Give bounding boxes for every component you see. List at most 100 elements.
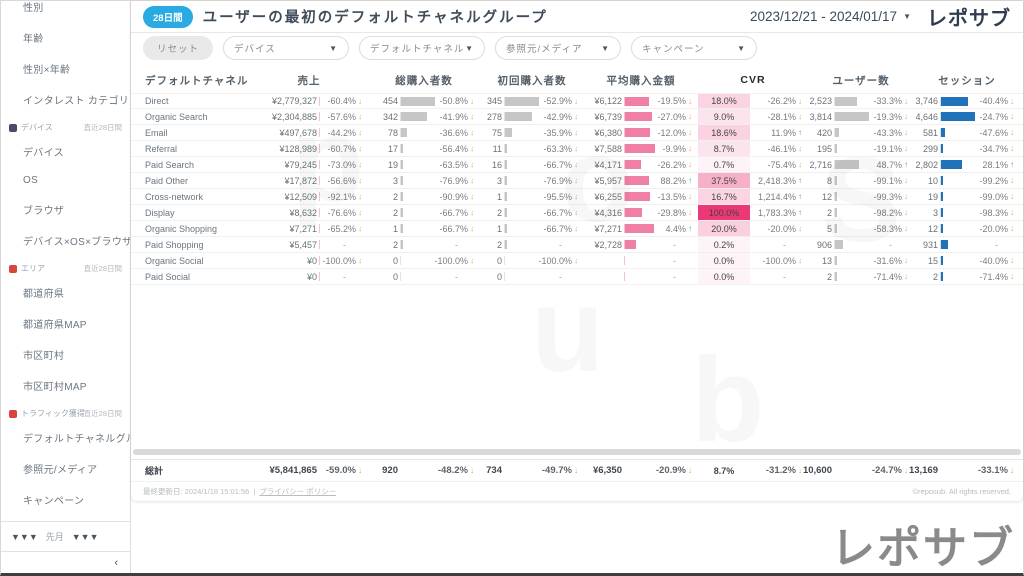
column-header-channel[interactable]: デフォルトチャネル	[145, 73, 250, 88]
horizontal-scrollbar[interactable]	[133, 449, 1021, 455]
column-header-sales[interactable]: 売上	[250, 73, 368, 88]
cell-sessions-change: -98.3%↓	[974, 208, 1020, 218]
mini-bar-track	[504, 97, 538, 106]
cell-sales-value: ¥12,509	[250, 189, 322, 204]
change-percent: -75.4%	[767, 160, 796, 170]
footer-separator: |	[253, 487, 255, 496]
down-arrow-icon: ↓	[574, 176, 578, 185]
cell-sales-value: ¥8,632	[250, 205, 322, 220]
sidebar-item-デバイス[interactable]: デバイス	[1, 136, 130, 167]
down-arrow-icon: ↓	[1010, 144, 1014, 153]
sidebar-section-period: 直近28日間	[84, 408, 124, 419]
metric-number: 15	[928, 256, 938, 266]
sidebar-item-OS[interactable]: OS	[1, 167, 130, 194]
sidebar-item-デバイス×OS×ブラウザ[interactable]: デバイス×OS×ブラウザ	[1, 225, 130, 256]
sidebar-item-市区町村[interactable]: 市区町村	[1, 339, 130, 370]
cell-cvr-value: 37.5%	[698, 173, 750, 188]
change-percent: -56.6%	[327, 176, 356, 186]
cell-avg-change: -26.2%↓	[654, 160, 698, 170]
change-percent: -58.3%	[873, 224, 902, 234]
mini-bar-track	[319, 208, 322, 217]
cell-first-change: -76.9%↓	[538, 176, 584, 186]
app-window: 性別年齢性別×年齢インタレスト カテゴリデバイス直近28日間デバイスOSブラウザ…	[0, 0, 1024, 576]
cell-avg-value	[584, 269, 654, 284]
cell-users-value: 2,716	[808, 157, 868, 172]
sidebar-item-インタレスト カテゴリ[interactable]: インタレスト カテゴリ	[1, 84, 130, 115]
privacy-policy-link[interactable]: プライバシー ポリシー	[259, 486, 336, 497]
cell-channel-name: Paid Social	[145, 272, 250, 282]
down-arrow-icon: ↓	[904, 208, 908, 217]
change-percent: -19.1%	[873, 144, 902, 154]
cell-buyers-value: 454	[368, 94, 434, 108]
down-arrow-icon: ↓	[904, 466, 908, 475]
sidebar-item-性別×年齢[interactable]: 性別×年齢	[1, 53, 130, 84]
down-arrow-icon: ↓	[688, 208, 692, 217]
mini-bar-track	[400, 192, 434, 201]
reset-button[interactable]: リセット	[143, 36, 213, 60]
down-arrow-icon: ↓	[1010, 272, 1014, 281]
sidebar-item-年齢[interactable]: 年齢	[1, 22, 130, 53]
metric-number: 4,646	[915, 112, 938, 122]
no-change-dash: -	[343, 272, 362, 282]
sidebar-item-都道府県[interactable]: 都道府県	[1, 277, 130, 308]
no-change-dash: -	[455, 240, 474, 250]
metric-number: ¥497,678	[279, 128, 317, 138]
sidebar-item-性別[interactable]: 性別	[1, 1, 130, 22]
change-percent: 88.2%	[660, 176, 686, 186]
mini-bar-track	[319, 144, 322, 153]
filter-dropdown-デバイス[interactable]: デバイス▼	[223, 36, 349, 60]
column-header-cvr[interactable]: CVR	[698, 74, 808, 86]
change-percent: -49.7%	[542, 465, 572, 476]
cell-sales-change: -100.0%↓	[322, 256, 368, 266]
mini-bar	[625, 97, 649, 106]
filter-dropdown-キャンペーン[interactable]: キャンペーン▼	[631, 36, 757, 60]
down-arrow-icon: ↓	[358, 256, 362, 265]
totals-row: 総計¥5,841,865-59.0%↓920-48.2%↓734-49.7%↓¥…	[131, 459, 1023, 481]
column-header-first[interactable]: 初回購入者数	[480, 73, 584, 88]
down-arrow-icon: ↓	[688, 128, 692, 137]
filter-dropdown-デフォルトチャネル[interactable]: デフォルトチャネル▼	[359, 36, 485, 60]
column-header-buyers[interactable]: 総購入者数	[368, 73, 480, 88]
change-percent: -59.0%	[326, 465, 356, 476]
cell-sales-value: ¥5,841,865	[250, 460, 322, 481]
cell-avg-change: -27.0%↓	[654, 112, 698, 122]
no-change-dash: -	[559, 272, 578, 282]
cell-avg-change: -9.9%↓	[654, 144, 698, 154]
cell-avg-change: -	[654, 240, 698, 250]
sidebar-item-キャンペーン[interactable]: キャンペーン	[1, 484, 130, 515]
mini-bar-track	[504, 466, 538, 475]
mini-bar-track	[834, 112, 868, 121]
cell-users-value: 2	[808, 205, 868, 220]
filter-dropdown-参照元/メディア[interactable]: 参照元/メディア▼	[495, 36, 621, 60]
column-header-sessions[interactable]: セッション	[914, 73, 1020, 88]
mini-bar-track	[400, 240, 434, 249]
chevron-down-icon: ▼	[737, 44, 746, 53]
cell-cvr-value: 18.6%	[698, 125, 750, 140]
change-percent: -92.1%	[327, 192, 356, 202]
sidebar-item-デフォルトチャネルグループ[interactable]: デフォルトチャネルグループ	[1, 422, 130, 453]
down-arrow-icon: ↓	[574, 466, 578, 475]
change-percent: -99.1%	[873, 176, 902, 186]
column-header-users[interactable]: ユーザー数	[808, 73, 914, 88]
cell-cvr-change: -	[750, 272, 808, 282]
down-arrow-icon: ↓	[574, 97, 578, 106]
date-range-selector[interactable]: 2023/12/21 - 2024/01/17 ▼	[750, 9, 911, 24]
mini-bar-track	[624, 97, 654, 106]
sidebar-item-ブラウザ[interactable]: ブラウザ	[1, 194, 130, 225]
cell-sales-change: -65.2%↓	[322, 224, 368, 234]
sidebar-item-市区町村MAP[interactable]: 市区町村MAP	[1, 370, 130, 401]
cell-first-change: -66.7%↓	[538, 208, 584, 218]
change-percent: -66.7%	[439, 224, 468, 234]
sidebar-collapse-button[interactable]: ‹	[1, 551, 130, 573]
sidebar-item-参照元/メディア[interactable]: 参照元/メディア	[1, 453, 130, 484]
column-header-avg[interactable]: 平均購入金額	[584, 73, 698, 88]
mini-bar-track	[834, 272, 868, 281]
sidebar-item-都道府県MAP[interactable]: 都道府県MAP	[1, 308, 130, 339]
cell-cvr-change: -46.1%↓	[750, 144, 808, 154]
cell-sales-change: -60.7%↓	[322, 144, 368, 154]
cell-buyers-change: -66.7%↓	[434, 224, 480, 234]
metric-number: 13	[822, 256, 832, 266]
sidebar-prev-month-nav[interactable]: ▼▼▼ 先月 ▼▼▼	[1, 521, 130, 551]
down-arrow-icon: ↓	[1010, 192, 1014, 201]
cell-users-change: -19.3%↓	[868, 112, 914, 122]
